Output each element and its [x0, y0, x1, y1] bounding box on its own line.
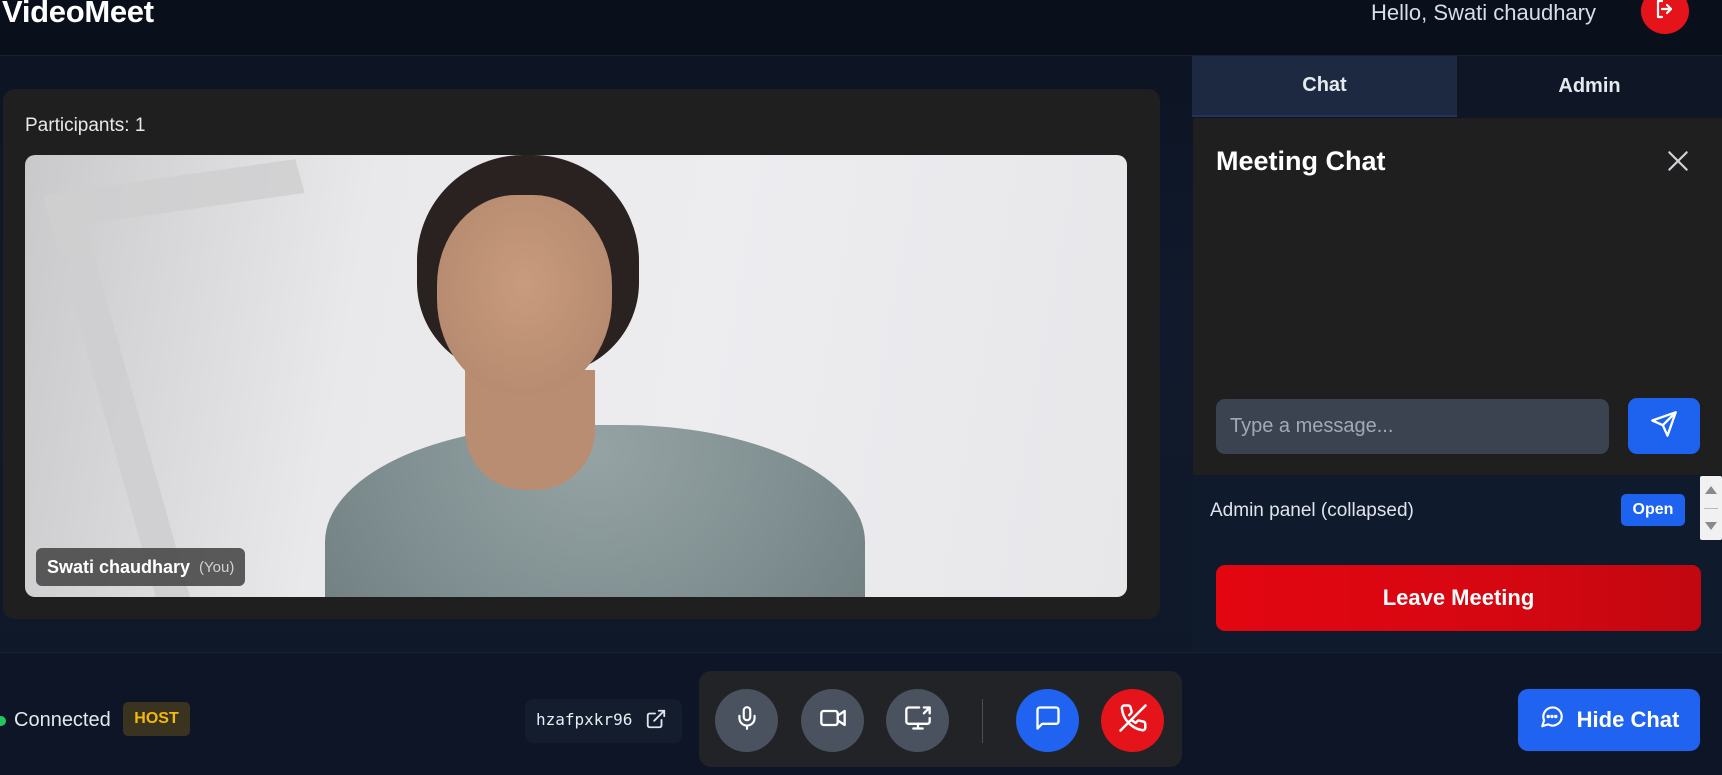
chat-title: Meeting Chat [1216, 146, 1386, 176]
sidebar-scrollbar[interactable] [1700, 476, 1722, 540]
chat-bubble-icon [1034, 704, 1062, 737]
participant-you-label: (You) [199, 558, 235, 576]
scroll-up-arrow-icon[interactable] [1705, 486, 1717, 494]
call-controls [699, 671, 1182, 767]
video-tile: Swati chaudhary (You) [25, 155, 1127, 597]
admin-panel-label: Admin panel (collapsed) [1210, 500, 1414, 521]
video-camera-icon [819, 704, 847, 737]
send-message-button[interactable] [1628, 398, 1700, 454]
meeting-code: hzafpxkr96 [536, 710, 633, 729]
close-chat-button[interactable] [1663, 148, 1693, 178]
logout-button[interactable] [1641, 0, 1689, 34]
leave-meeting-button[interactable]: Leave Meeting [1216, 565, 1701, 631]
app-logo: VideoMeet [2, 0, 154, 29]
open-admin-button[interactable]: Open [1621, 494, 1685, 526]
participant-name-tag: Swati chaudhary (You) [36, 548, 246, 586]
user-greeting: Hello, Swati chaudhary [1370, 0, 1596, 25]
tab-admin[interactable]: Admin [1457, 56, 1722, 117]
bottom-bar: Connected HOST hzafpxkr96 Hide Chat [0, 652, 1722, 775]
hide-chat-button[interactable]: Hide Chat [1518, 689, 1700, 751]
tab-chat[interactable]: Chat [1192, 56, 1457, 117]
camera-toggle-button[interactable] [801, 689, 864, 752]
copy-link-button[interactable] [643, 708, 669, 734]
chat-message-input[interactable] [1216, 399, 1609, 454]
connection-status-text: Connected [14, 709, 111, 731]
connection-status: Connected [0, 709, 111, 732]
leave-area: Leave Meeting [1193, 545, 1722, 652]
video-panel: Participants: 1 Swati chaudhary (You) [3, 89, 1160, 619]
host-badge: HOST [123, 702, 190, 736]
chat-bubble-icon [1539, 704, 1565, 736]
close-icon [1665, 148, 1691, 179]
video-feed-person [325, 425, 865, 597]
microphone-toggle-button[interactable] [715, 689, 778, 752]
chat-panel: Meeting Chat [1193, 118, 1722, 475]
participant-name: Swati chaudhary [47, 556, 191, 577]
external-link-icon [645, 708, 667, 735]
controls-divider [982, 699, 983, 743]
hang-up-icon [1118, 703, 1148, 738]
logout-icon [1653, 0, 1677, 26]
send-icon [1650, 410, 1678, 443]
top-bar: VideoMeet Hello, Swati chaudhary [0, 0, 1722, 56]
chat-toggle-button[interactable] [1016, 689, 1079, 752]
screen-share-icon [904, 704, 932, 737]
sidebar-tabs: Chat Admin [1192, 56, 1722, 117]
status-dot-icon [0, 715, 6, 726]
end-call-button[interactable] [1101, 689, 1164, 752]
meeting-code-box: hzafpxkr96 [525, 699, 682, 743]
screen-share-button[interactable] [886, 689, 949, 752]
scroll-down-arrow-icon[interactable] [1705, 522, 1717, 530]
participants-count: Participants: 1 [25, 115, 146, 136]
microphone-icon [734, 705, 760, 736]
admin-panel-collapsed: Admin panel (collapsed) Open [1193, 475, 1707, 545]
hide-chat-label: Hide Chat [1576, 707, 1680, 732]
